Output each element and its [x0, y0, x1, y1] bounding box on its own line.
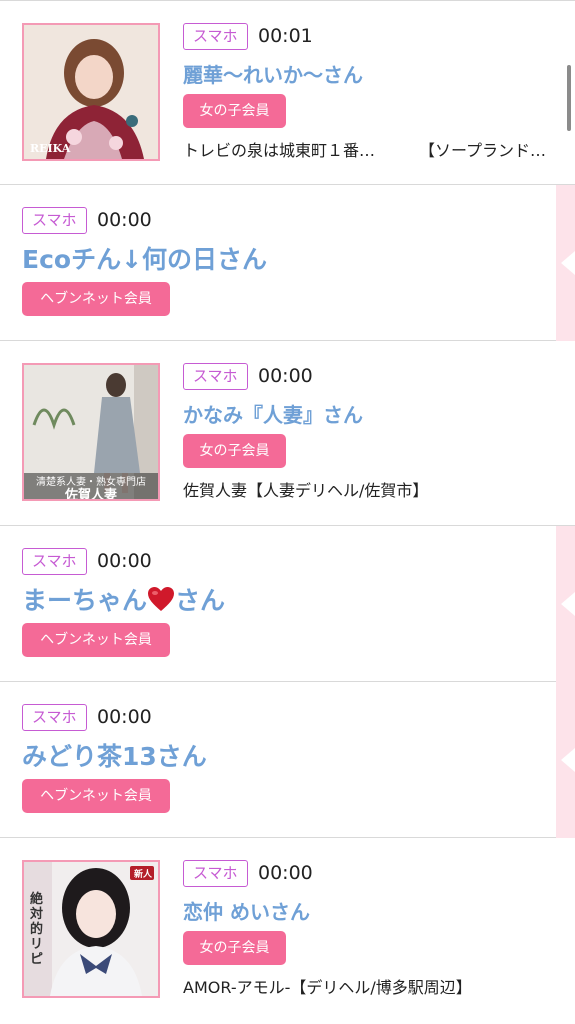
list-item[interactable]: 絶対的リピ 新人 スマホ 00:00 恋仲 めいさん 女の子会員 AMOR-アモ…: [0, 838, 575, 1024]
member-badge: ヘブンネット会員: [22, 282, 170, 316]
member-badge: 女の子会員: [183, 434, 286, 468]
list-item[interactable]: スマホ 00:00 まーちゃん さん ヘブンネット会員: [0, 526, 556, 682]
post-time: 00:00: [97, 706, 152, 728]
user-name[interactable]: Ecoチん↓何の日さん: [22, 240, 267, 276]
member-badge: ヘブンネット会員: [22, 623, 170, 657]
side-tab-arrow: [561, 748, 575, 772]
shop-name[interactable]: 佐賀人妻【人妻デリヘル/佐賀市】: [183, 477, 563, 501]
photo-caption-bottom: 佐賀人妻: [64, 488, 117, 501]
shop-name[interactable]: AMOR-アモル-【デリヘル/博多駅周辺】: [183, 974, 563, 998]
heart-icon: [148, 587, 175, 611]
list-item[interactable]: スマホ 00:00 Ecoチん↓何の日さん ヘブンネット会員: [0, 185, 556, 341]
user-name-suffix: さん: [175, 586, 226, 615]
device-badge: スマホ: [22, 207, 87, 234]
post-time: 00:00: [258, 365, 313, 387]
side-tab[interactable]: [556, 682, 575, 838]
post-time: 00:00: [97, 550, 152, 572]
shop-category: 【ソープランド…: [419, 141, 547, 160]
user-name[interactable]: かなみ『人妻』さん: [183, 399, 363, 428]
post-time: 00:00: [97, 209, 152, 231]
shop-name[interactable]: トレビの泉は城東町１番…: [183, 137, 393, 161]
side-tab-arrow: [561, 251, 575, 275]
user-name[interactable]: みどり茶13さん: [22, 737, 207, 773]
profile-photo[interactable]: 清楚系人妻・熟女専門店 佐賀人妻: [22, 363, 160, 501]
device-badge: スマホ: [183, 860, 248, 887]
member-badge: 女の子会員: [183, 931, 286, 965]
device-badge: スマホ: [183, 23, 248, 50]
user-name[interactable]: まーちゃん さん: [22, 581, 225, 617]
member-badge: ヘブンネット会員: [22, 779, 170, 813]
list-item[interactable]: REIKA スマホ 00:01 麗華～れいか～さん 女の子会員 トレビの泉は城東…: [0, 0, 575, 185]
photo-caption: 絶対的リピ: [30, 892, 44, 967]
profile-photo-image: [24, 25, 158, 159]
user-name[interactable]: 恋仲 めいさん: [183, 896, 310, 925]
user-name-text: まーちゃん: [22, 586, 148, 615]
new-tag: 新人: [133, 870, 152, 880]
list-item[interactable]: 清楚系人妻・熟女専門店 佐賀人妻 スマホ 00:00 かなみ『人妻』さん 女の子…: [0, 341, 575, 526]
photo-caption: REIKA: [30, 142, 71, 155]
side-tab-arrow: [561, 592, 575, 616]
post-time: 00:01: [258, 25, 313, 47]
profile-photo[interactable]: REIKA: [22, 23, 160, 161]
list-item[interactable]: スマホ 00:00 みどり茶13さん ヘブンネット会員: [0, 682, 556, 838]
scrollbar[interactable]: [567, 65, 571, 131]
side-tab[interactable]: [556, 526, 575, 682]
profile-photo[interactable]: 絶対的リピ 新人: [22, 860, 160, 998]
member-badge: 女の子会員: [183, 94, 286, 128]
device-badge: スマホ: [22, 548, 87, 575]
device-badge: スマホ: [22, 704, 87, 731]
message-list-page: REIKA スマホ 00:01 麗華～れいか～さん 女の子会員 トレビの泉は城東…: [0, 0, 575, 1024]
device-badge: スマホ: [183, 363, 248, 390]
side-tab[interactable]: [556, 185, 575, 341]
post-time: 00:00: [258, 862, 313, 884]
user-name[interactable]: 麗華～れいか～さん: [183, 59, 363, 88]
